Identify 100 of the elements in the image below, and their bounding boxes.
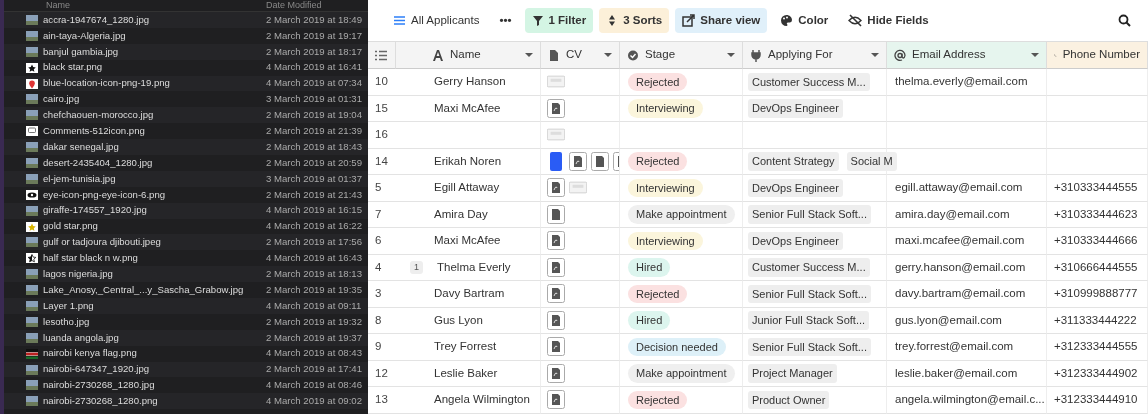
caret-icon (727, 53, 735, 57)
file-date: 4 March 2019 at 08:46 (265, 378, 362, 393)
file-date: 2 March 2019 at 21:39 (265, 124, 362, 138)
phone-text: +312333444910 (1054, 392, 1138, 408)
column-header[interactable]: Email Address (912, 46, 1025, 64)
file-name[interactable]: nairobi-2730268_1280.jpg (43, 378, 155, 393)
file-name[interactable]: desert-2435404_1280.jpg (43, 155, 153, 171)
at-sign-icon (894, 48, 906, 62)
row-number: 15 (368, 95, 396, 122)
row-number: 4 (368, 254, 396, 281)
image-thumbnail-icon (26, 94, 38, 105)
image-thumbnail-icon (26, 332, 38, 343)
file-name[interactable]: black star.png (43, 60, 103, 75)
file-name[interactable]: nairobi-647347_1920.jpg (43, 362, 150, 377)
file-name[interactable]: banjul gambia.jpg (43, 44, 119, 59)
file-date: 2 March 2019 at 20:59 (265, 155, 362, 170)
file-name[interactable]: nairobi kenya flag.png (43, 346, 137, 361)
email-text: egill.attaway@email.com (895, 180, 1023, 196)
file-name[interactable]: ain-taya-Algeria.jpg (43, 28, 126, 44)
plug-icon (750, 48, 762, 62)
file-date: 2 March 2019 at 18:17 (265, 44, 362, 59)
file-name[interactable]: luanda angola.jpg (43, 330, 119, 345)
pdf-file-icon (569, 151, 587, 171)
file-name[interactable]: lesotho.jpg (43, 314, 90, 330)
file-name[interactable]: eye-icon-png-eye-icon-6.png (43, 187, 166, 202)
name-text: Egill Attaway (434, 180, 500, 196)
image-thumbnail-icon (26, 142, 38, 153)
file-name[interactable]: lagos nigeria.jpg (43, 267, 113, 282)
file-date: 2 March 2019 at 17:41 (265, 362, 362, 377)
file-name[interactable]: blue-location-icon-png-19.png (43, 76, 170, 91)
image-thumbnail-icon (26, 46, 38, 57)
stage-tag: Rejected (628, 284, 688, 303)
stage-tag: Interviewing (628, 99, 703, 118)
eye-icon (26, 189, 38, 200)
share-icon (682, 14, 696, 27)
file-date: 4 March 2019 at 16:41 (265, 60, 362, 75)
file-date: 4 March 2019 at 16:43 (265, 251, 362, 266)
job-tag[interactable]: Senior Full Stack Soft... (748, 205, 871, 224)
file-date: 2 March 2019 at 17:56 (265, 235, 362, 250)
image-thumbnail-icon (26, 237, 38, 248)
phone-text: +310666444555 (1054, 259, 1138, 275)
image-thumbnail-icon (26, 316, 38, 327)
file-name[interactable]: cairo.jpg (43, 92, 80, 107)
job-tag[interactable]: Junior Full Stack Soft... (748, 311, 870, 330)
image-thumbnail-icon (26, 205, 38, 216)
file-name[interactable]: gulf or tadjoura djibouti.jpeg (43, 235, 161, 250)
job-tag[interactable]: DevOps Engineer (748, 231, 843, 250)
pdf-file-icon (547, 363, 565, 383)
file-name[interactable]: Comments-512icon.png (43, 124, 145, 139)
image-thumbnail-icon (26, 110, 38, 121)
column-header[interactable]: Name (4, 0, 266, 11)
view-button[interactable]: All Applicants (386, 7, 487, 34)
half-star-icon (26, 253, 38, 264)
job-tag[interactable]: DevOps Engineer (748, 99, 843, 118)
job-tag[interactable]: Product Owner (748, 390, 830, 409)
file-date: 2 March 2019 at 19:17 (265, 28, 362, 43)
comment-count[interactable]: 1 (410, 260, 423, 274)
stage-tag: Interviewing (628, 231, 703, 250)
job-tag[interactable]: Project Manager (748, 364, 837, 383)
pdf-file-icon (547, 257, 565, 277)
job-tag[interactable]: Customer Success M... (748, 72, 870, 91)
file-name[interactable]: half star black n w.png (43, 251, 138, 266)
column-header[interactable]: Name (450, 46, 519, 64)
job-tag[interactable]: Social M (846, 152, 897, 171)
column-header[interactable]: Applying For (768, 46, 865, 64)
more-button[interactable]: ••• (492, 7, 519, 34)
job-tag[interactable]: DevOps Engineer (748, 178, 843, 197)
file-name[interactable]: gold star.png (43, 219, 98, 234)
job-tag[interactable]: Senior Full Stack Soft... (748, 337, 871, 356)
pdf-file-icon (547, 390, 565, 410)
job-tag[interactable]: Content Strategy (748, 152, 839, 171)
star-icon (26, 62, 38, 73)
filter-button[interactable]: 1 Filter (524, 7, 594, 34)
file-name[interactable]: chefchaouen-morocco.jpg (43, 108, 154, 123)
sort-button[interactable]: 3 Sorts (599, 7, 670, 34)
flag-icon (26, 348, 38, 359)
email-text: trey.forrest@email.com (895, 339, 1014, 355)
email-text: gus.lyon@email.com (895, 312, 1002, 328)
file-name[interactable]: dakar senegal.jpg (43, 139, 119, 155)
job-tag[interactable]: Senior Full Stack Soft... (748, 284, 871, 303)
column-header[interactable]: CV (566, 46, 598, 64)
share-button[interactable]: Share view (675, 7, 768, 34)
column-header[interactable]: Stage (645, 46, 721, 64)
column-header[interactable]: Date Modified (266, 0, 322, 11)
file-name[interactable]: accra-1947674_1280.jpg (43, 12, 150, 28)
name-text: Leslie Baker (434, 365, 498, 381)
color-button[interactable]: Color (773, 7, 836, 34)
hide-button[interactable]: Hide Fields (841, 7, 936, 34)
caret-icon (604, 53, 612, 57)
phone-text: +310999888777 (1054, 286, 1138, 302)
column-header[interactable]: Phone Number (1062, 46, 1140, 64)
file-name[interactable]: Lake_Anosy,_Central_...y_Sascha_Grabow.jpg (43, 282, 244, 298)
hidden-eye-icon (848, 14, 863, 27)
job-tag[interactable]: Customer Success M... (748, 258, 870, 277)
file-name[interactable]: Layer 1.png (43, 298, 94, 314)
file-name[interactable]: giraffe-174557_1920.jpg (43, 203, 147, 218)
name-text: Gerry Hanson (434, 74, 506, 90)
file-name[interactable]: el-jem-tunisia.jpg (43, 171, 116, 187)
file-name[interactable]: nairobi-2730268_1280.png (43, 394, 158, 409)
file-date: 2 March 2019 at 18:49 (265, 12, 362, 27)
